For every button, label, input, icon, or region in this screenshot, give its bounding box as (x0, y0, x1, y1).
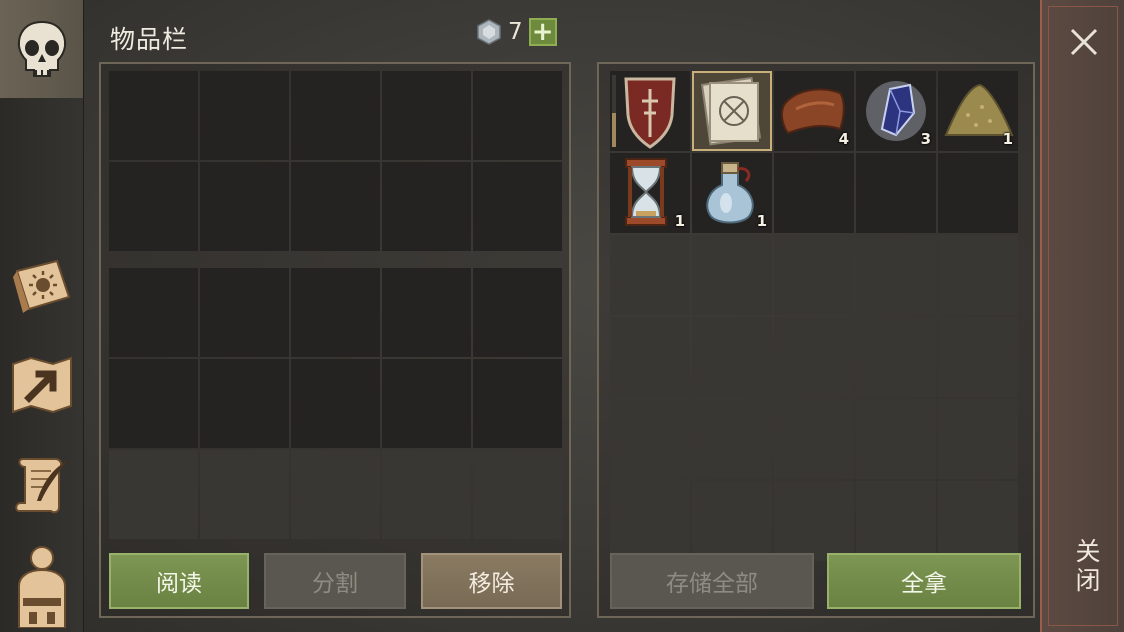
inventory-slot[interactable] (382, 162, 471, 251)
sidebar-character-tab[interactable] (0, 540, 83, 630)
currency-amount: 7 (508, 19, 523, 45)
loot-slot[interactable] (938, 153, 1018, 233)
inventory-slot[interactable] (473, 162, 562, 251)
loot-slot[interactable] (938, 317, 1018, 397)
close-panel[interactable]: 关闭 (1040, 0, 1124, 632)
skull-icon (17, 20, 66, 77)
inventory-slot[interactable] (473, 359, 562, 448)
split-button[interactable]: 分割 (264, 553, 406, 609)
inventory-slot[interactable] (200, 268, 289, 357)
inventory-slot[interactable] (200, 359, 289, 448)
loot-slot-recipe-scroll[interactable] (692, 71, 772, 151)
inventory-slot[interactable] (291, 162, 380, 251)
loot-slot[interactable] (692, 317, 772, 397)
inventory-slot[interactable] (473, 71, 562, 160)
sidebar-journal-tab[interactable] (0, 440, 83, 530)
loot-slot[interactable] (856, 235, 936, 315)
sidebar-skull-tab[interactable] (0, 0, 83, 98)
sun-book-icon (12, 259, 70, 313)
loot-slot[interactable] (774, 153, 854, 233)
loot-slot[interactable] (856, 399, 936, 479)
inventory-slot-locked (109, 450, 198, 539)
page-title: 物品栏 (110, 25, 189, 54)
loot-slot[interactable] (856, 481, 936, 561)
loot-slot-shield[interactable] (610, 71, 690, 151)
inventory-slot[interactable] (109, 359, 198, 448)
quill-scroll-icon (14, 458, 67, 514)
loot-slot-sand-pile[interactable]: 1 (938, 71, 1018, 151)
inventory-slot[interactable] (200, 162, 289, 251)
left-sidebar (0, 0, 84, 632)
close-icon[interactable] (1066, 24, 1102, 60)
inventory-slot[interactable] (382, 359, 471, 448)
item-count: 4 (838, 130, 849, 148)
inventory-slot[interactable] (109, 268, 198, 357)
loot-slot[interactable] (856, 317, 936, 397)
sidebar-map-tab[interactable] (0, 340, 83, 430)
currency-display: 7 + (476, 18, 557, 46)
loot-slot[interactable] (938, 235, 1018, 315)
recipe-scroll-icon (700, 76, 762, 146)
loot-slot[interactable] (774, 399, 854, 479)
item-count: 1 (674, 212, 685, 230)
loot-slot[interactable] (774, 317, 854, 397)
inventory-slot[interactable] (109, 162, 198, 251)
loot-slot[interactable] (610, 235, 690, 315)
store-all-button[interactable]: 存储全部 (610, 553, 814, 609)
map-arrow-icon (11, 356, 72, 414)
inventory-slot[interactable] (382, 71, 471, 160)
close-label[interactable]: 关闭 (1068, 538, 1104, 596)
inventory-slot[interactable] (109, 71, 198, 160)
remove-button[interactable]: 移除 (421, 553, 562, 609)
item-count: 1 (1002, 130, 1013, 148)
item-count: 3 (920, 130, 931, 148)
backpack-character-icon (17, 546, 66, 628)
inventory-slot[interactable] (291, 359, 380, 448)
inventory-slot[interactable] (200, 71, 289, 160)
loot-grid: 4 3 1 1 1 (610, 71, 1018, 561)
loot-slot[interactable] (692, 481, 772, 561)
item-count: 1 (756, 212, 767, 230)
add-currency-button[interactable]: + (528, 18, 557, 46)
loot-slot[interactable] (774, 481, 854, 561)
loot-slot[interactable] (774, 235, 854, 315)
loot-slot-potion-flask[interactable]: 1 (692, 153, 772, 233)
inventory-slot-locked (473, 450, 562, 539)
loot-slot[interactable] (692, 235, 772, 315)
gem-icon (477, 19, 501, 45)
inventory-grid-top (109, 71, 562, 251)
inventory-grid-bottom (109, 268, 562, 539)
inventory-slot-locked (382, 450, 471, 539)
loot-slot[interactable] (938, 481, 1018, 561)
loot-slot[interactable] (610, 399, 690, 479)
shield-icon (612, 75, 676, 149)
inventory-slot[interactable] (291, 268, 380, 357)
inventory-slot[interactable] (382, 268, 471, 357)
loot-slot[interactable] (938, 399, 1018, 479)
loot-slot-leather[interactable]: 4 (774, 71, 854, 151)
inventory-slot-locked (291, 450, 380, 539)
inventory-slot-locked (200, 450, 289, 539)
loot-slot[interactable] (610, 481, 690, 561)
loot-slot[interactable] (856, 153, 936, 233)
loot-slot[interactable] (692, 399, 772, 479)
read-button[interactable]: 阅读 (109, 553, 249, 609)
inventory-slot[interactable] (291, 71, 380, 160)
loot-slot[interactable] (610, 317, 690, 397)
inventory-slot[interactable] (473, 268, 562, 357)
loot-slot-hourglass[interactable]: 1 (610, 153, 690, 233)
loot-slot-crystal[interactable]: 3 (856, 71, 936, 151)
sidebar-recipes-tab[interactable] (0, 240, 83, 330)
take-all-button[interactable]: 全拿 (827, 553, 1021, 609)
